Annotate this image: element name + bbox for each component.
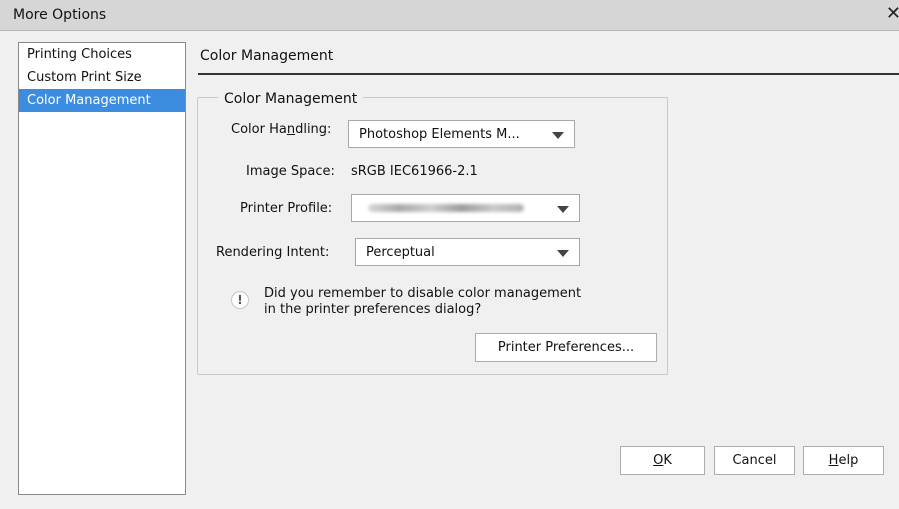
printer-preferences-button[interactable]: Printer Preferences... <box>475 333 657 362</box>
color-handling-value: Photoshop Elements M... <box>359 127 520 142</box>
color-handling-label: Color Handling: <box>231 122 331 137</box>
cancel-button[interactable]: Cancel <box>714 446 795 475</box>
rendering-intent-value: Perceptual <box>366 245 435 260</box>
color-handling-mnemonic: n <box>286 122 296 137</box>
sidebar-item-custom-print-size[interactable]: Custom Print Size <box>19 66 185 89</box>
rendering-intent-select[interactable]: Perceptual <box>355 238 580 266</box>
header-divider <box>198 73 899 75</box>
ok-label: K <box>663 453 672 468</box>
color-management-note: Did you remember to disable color manage… <box>264 286 581 318</box>
note-line-1: Did you remember to disable color manage… <box>264 286 582 301</box>
rendering-intent-label: Rendering Intent: <box>216 245 330 260</box>
chevron-down-icon <box>557 206 569 213</box>
group-legend: Color Management <box>218 91 364 107</box>
title-bar: More Options ✕ <box>0 0 899 31</box>
help-label: elp <box>838 453 859 468</box>
note-line-2: in the printer preferences dialog? <box>264 302 482 317</box>
color-handling-select[interactable]: Photoshop Elements M... <box>348 120 575 148</box>
help-button[interactable]: Help <box>803 446 884 475</box>
printer-profile-select[interactable] <box>351 194 580 222</box>
sidebar-item-color-management[interactable]: Color Management <box>19 89 185 112</box>
image-space-label: Image Space: <box>246 164 335 179</box>
ok-mnemonic: O <box>653 453 664 468</box>
color-handling-label-part: Color Ha <box>231 122 287 137</box>
sidebar: Printing Choices Custom Print Size Color… <box>18 42 186 495</box>
redacted-profile-value <box>368 204 524 212</box>
chevron-down-icon <box>557 250 569 257</box>
ok-button[interactable]: OK <box>620 446 705 475</box>
sidebar-item-printing-choices[interactable]: Printing Choices <box>19 43 185 66</box>
page-title: Color Management <box>200 48 334 64</box>
chevron-down-icon <box>552 132 564 139</box>
image-space-value: sRGB IEC61966-2.1 <box>351 164 478 179</box>
help-mnemonic: H <box>828 453 839 468</box>
info-icon: ! <box>231 291 249 309</box>
printer-profile-label: Printer Profile: <box>240 201 333 216</box>
color-handling-label-part: dling: <box>295 122 332 137</box>
window-title: More Options <box>13 7 107 23</box>
close-icon[interactable]: ✕ <box>886 3 899 24</box>
